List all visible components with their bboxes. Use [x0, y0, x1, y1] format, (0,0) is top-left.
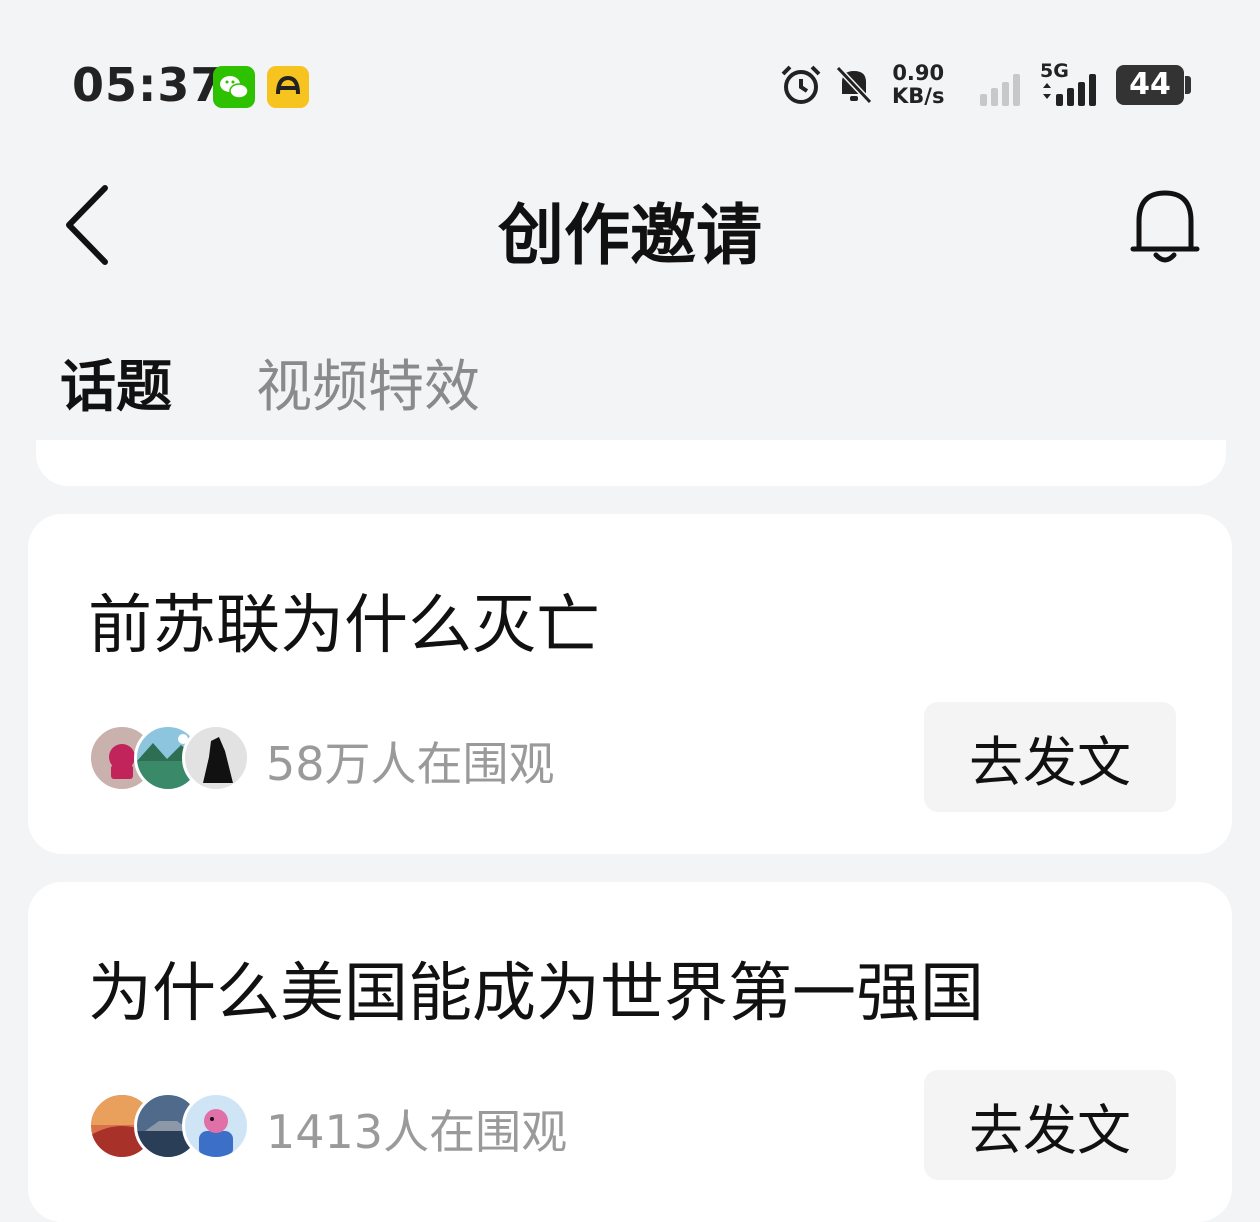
bell-icon — [1130, 190, 1200, 263]
status-bar: 05:37 0.90 KB/s 5G 44 — [0, 0, 1260, 150]
status-time: 05:37 — [72, 58, 224, 112]
net-speed-value: 0.90 — [892, 61, 945, 85]
tab-topics[interactable]: 话题 — [60, 342, 172, 423]
notification-button[interactable] — [1125, 183, 1205, 268]
5g-signal-icon — [1043, 74, 1096, 106]
post-button[interactable]: 去发文 — [924, 702, 1176, 812]
mute-bell-icon — [835, 65, 873, 105]
topic-card[interactable]: 为什么美国能成为世界第一强国 1413人在围观 去发文 — [28, 882, 1232, 1222]
viewer-count: 1413人在围观 — [266, 1105, 568, 1159]
signal-icon — [980, 74, 1020, 106]
battery-level: 44 — [1129, 67, 1171, 102]
battery-tip — [1185, 76, 1191, 94]
net-speed-unit: KB/s — [892, 84, 945, 108]
viewer-count: 58万人在围观 — [266, 737, 555, 791]
tab-video-effects[interactable]: 视频特效 — [256, 342, 480, 423]
viewer-avatars — [88, 724, 258, 792]
net-speed: 0.90 KB/s — [892, 62, 944, 108]
yellow-app-icon — [267, 66, 309, 108]
page-title: 创作邀请 — [498, 197, 762, 274]
previous-card-peek — [36, 440, 1226, 486]
avatar — [182, 724, 250, 792]
topic-card[interactable]: 前苏联为什么灭亡 58万人在围观 去发文 — [28, 514, 1232, 854]
topic-title: 前苏联为什么灭亡 — [88, 589, 600, 663]
viewer-avatars — [88, 1092, 258, 1160]
topic-title: 为什么美国能成为世界第一强国 — [88, 957, 984, 1031]
alarm-icon — [781, 65, 821, 104]
avatar — [182, 1092, 250, 1160]
post-button[interactable]: 去发文 — [924, 1070, 1176, 1180]
wechat-icon — [213, 66, 255, 108]
